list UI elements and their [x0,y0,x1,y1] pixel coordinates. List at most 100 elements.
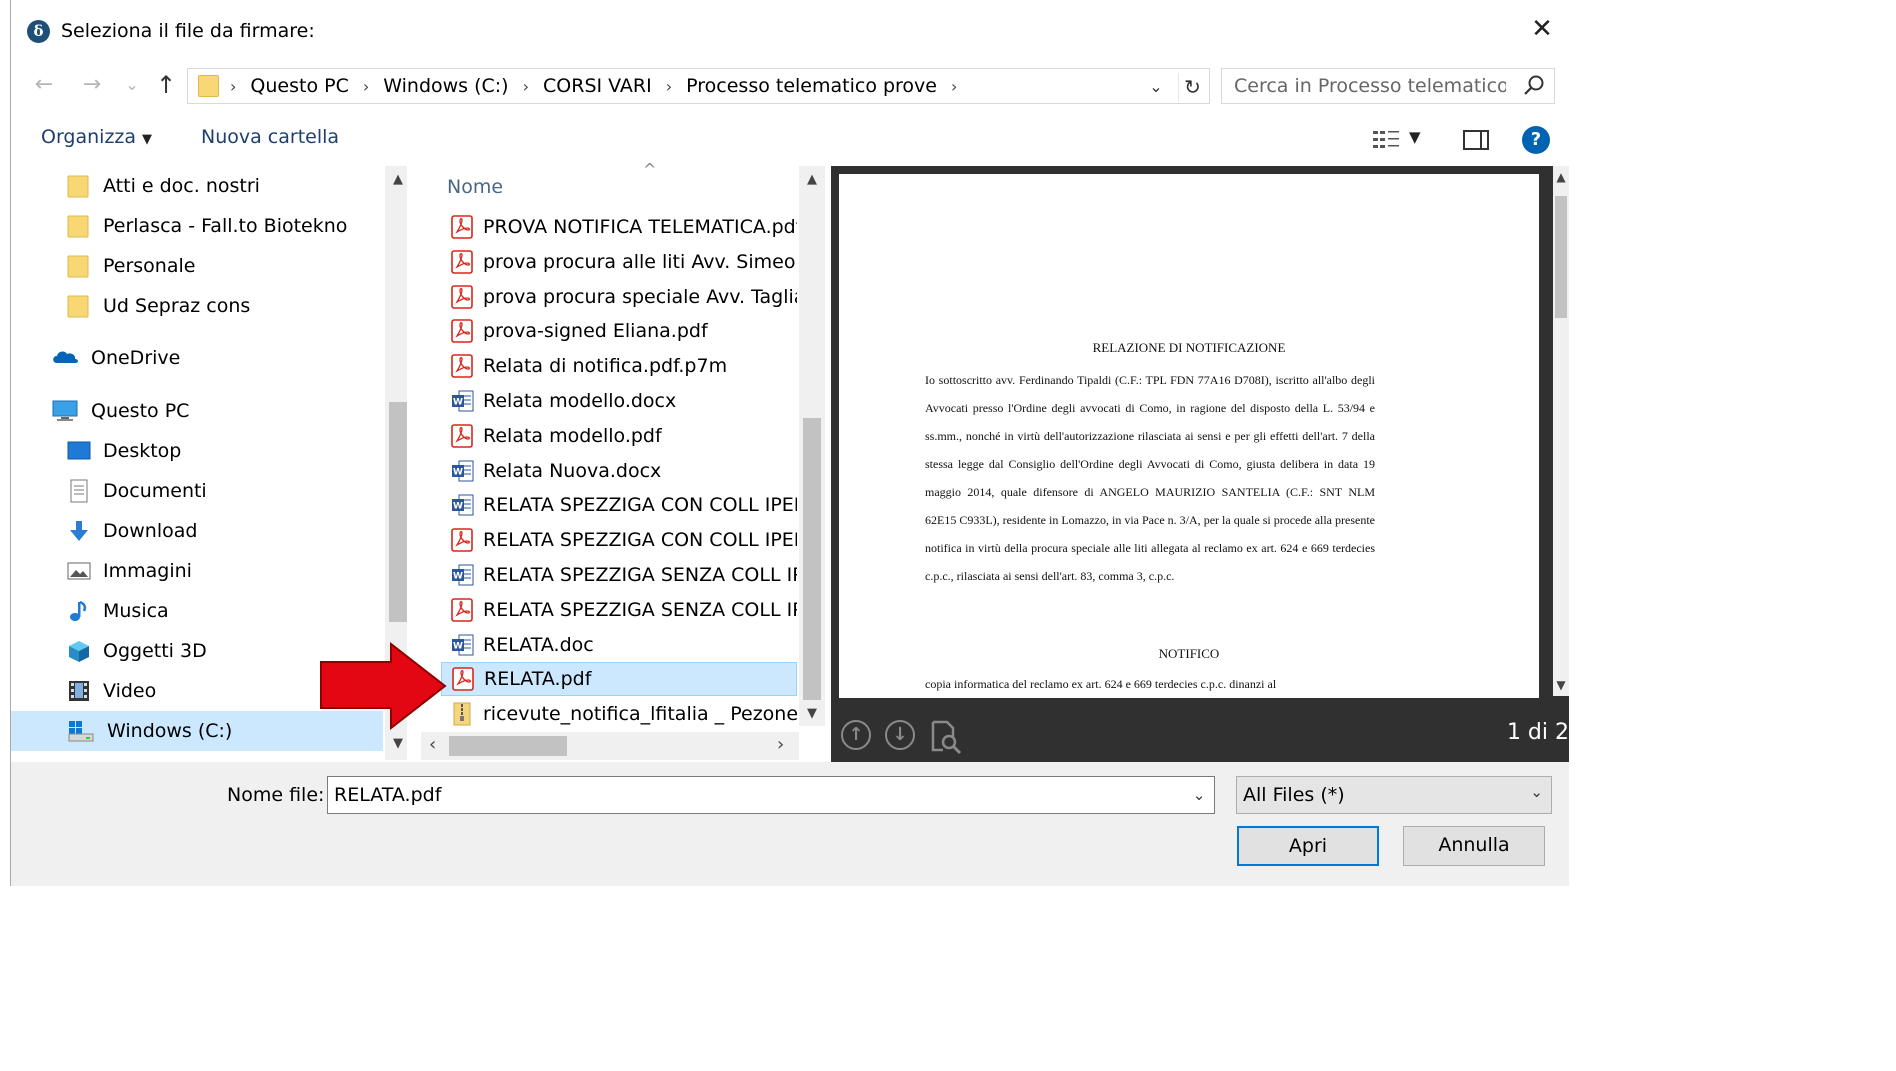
filename-label: Nome file: [227,784,325,806]
file-list-item[interactable]: Relata modello.pdf [441,419,797,453]
chevron-down-icon[interactable]: ⌄ [1144,73,1168,101]
file-list-item[interactable]: W RELATA.doc [441,628,797,662]
breadcrumb-item[interactable]: Questo PC [250,75,348,97]
address-bar[interactable]: › Questo PC › Windows (C:) › CORSI VARI › Proce… [187,68,1210,104]
sidebar-item-label: Musica [103,600,169,622]
sidebar-item[interactable]: Musica [11,591,383,631]
sidebar-item[interactable]: Ud Sepraz cons [11,286,383,326]
preview-scrollbar[interactable]: ▲ ▼ [1553,166,1569,696]
breadcrumb-item[interactable]: CORSI VARI [543,75,652,97]
sidebar-item-label: Immagini [103,560,192,582]
word-file-icon: W [451,459,474,483]
scrollbar-thumb[interactable] [389,402,407,622]
sidebar-item[interactable]: OneDrive [11,338,383,378]
breadcrumb-separator-icon[interactable]: › [951,77,957,96]
pdf-file-icon [451,319,473,344]
file-list-item[interactable]: W RELATA SPEZZIGA CON COLL IPER.d [441,488,797,522]
word-file-icon: W [451,493,474,517]
recent-locations-chevron-icon[interactable]: ⌄ [117,70,147,100]
file-list-item[interactable]: RELATA SPEZZIGA CON COLL IPER.p [441,523,797,557]
new-folder-button[interactable]: Nuova cartella [201,126,339,148]
file-type-select[interactable]: All Files (*) ⌄ [1236,776,1552,814]
forward-arrow-icon[interactable]: → [77,70,107,100]
organize-label: Organizza [41,126,137,148]
sidebar-item[interactable]: Atti e doc. nostri [11,166,383,206]
file-list-item[interactable]: RELATA.pdf [441,662,797,697]
file-list-item[interactable]: prova-signed Eliana.pdf [441,314,797,348]
sidebar-item-label: Download [103,520,198,542]
folder-icon [67,294,91,318]
file-list-scrollbar[interactable]: ▲ ▼ [799,166,825,726]
sidebar-item[interactable]: Documenti [11,471,383,511]
file-name: prova-signed Eliana.pdf [483,320,708,343]
close-icon[interactable]: ✕ [1527,14,1557,44]
next-page-icon[interactable]: ↓ [885,720,915,750]
sidebar-item[interactable]: Questo PC [11,391,383,431]
scroll-right-icon[interactable]: › [777,734,784,755]
previous-page-icon[interactable]: ↑ [841,720,871,750]
column-header-name[interactable]: Nome [447,176,503,198]
scroll-up-icon[interactable]: ▲ [1553,170,1569,184]
scroll-down-icon[interactable]: ▼ [385,736,407,751]
file-list-item[interactable]: W RELATA SPEZZIGA SENZA COLL IPER [441,558,797,592]
svg-text:W: W [453,572,463,582]
scrollbar-thumb[interactable] [449,736,567,756]
view-options-icon[interactable] [1371,128,1401,152]
filename-input[interactable] [332,777,1182,813]
scrollbar-thumb[interactable] [1555,196,1567,318]
chevron-down-icon: ⌄ [1530,783,1543,801]
cancel-button[interactable]: Annulla [1403,826,1545,866]
refresh-icon[interactable]: ↻ [1178,73,1206,101]
preview-pane-icon[interactable] [1463,130,1489,150]
scroll-left-icon[interactable]: ‹ [429,734,436,755]
search-icon[interactable] [1522,73,1546,99]
file-name: prova procura speciale Avv. Tagliabu [483,285,797,308]
file-list-item[interactable]: W Relata Nuova.docx [441,454,797,488]
file-list-item[interactable]: W Relata modello.docx [441,384,797,418]
scroll-down-icon[interactable]: ▼ [799,706,825,721]
sidebar-item-label: Documenti [103,480,207,502]
file-list-horizontal-scrollbar[interactable]: ‹ › [421,732,799,760]
scroll-down-icon[interactable]: ▼ [1553,678,1569,692]
scrollbar-thumb[interactable] [803,418,821,700]
breadcrumb-item[interactable]: Windows (C:) [383,75,508,97]
scroll-up-icon[interactable]: ▲ [385,172,407,187]
file-name: ricevute_notifica_lfitalia _ Pezone 11 [483,703,797,726]
file-list-item[interactable]: Relata di notifica.pdf.p7m [441,349,797,383]
svg-text:W: W [453,641,463,651]
breadcrumb-separator-icon[interactable]: › [523,77,529,96]
organize-button[interactable]: Organizza ▼ [41,126,152,148]
view-options-caret-icon[interactable]: ▼ [1409,128,1421,146]
sidebar-item[interactable]: Personale [11,246,383,286]
file-list-item[interactable]: prova procura alle liti Avv. Simeone- [441,245,797,279]
file-list-item[interactable]: ricevute_notifica_lfitalia _ Pezone 11 [441,697,797,731]
sidebar-item[interactable]: Download [11,511,383,551]
navigation-bar: ← → ⌄ ↑ › Questo PC › Windows (C:) › CORSI VA… [11,62,1569,112]
word-file-icon: W [451,563,474,587]
chevron-down-icon[interactable]: ⌄ [1188,783,1210,807]
open-button[interactable]: Apri [1237,826,1379,866]
dialog-title: Seleziona il file da firmare: [61,20,315,42]
search-box [1221,68,1555,104]
file-list-item[interactable]: RELATA SPEZZIGA SENZA COLL IPER [441,593,797,627]
up-arrow-icon[interactable]: ↑ [151,70,181,100]
breadcrumb-separator-icon[interactable]: › [230,77,236,96]
find-in-document-icon[interactable] [927,718,963,754]
back-arrow-icon[interactable]: ← [29,70,59,100]
music-icon [67,599,91,623]
onedrive-icon [51,346,79,370]
file-list-item[interactable]: prova procura speciale Avv. Tagliabu [441,280,797,314]
scroll-up-icon[interactable]: ▲ [799,172,825,187]
help-icon[interactable]: ? [1522,126,1550,154]
breadcrumb-separator-icon[interactable]: › [666,77,672,96]
file-list-item[interactable]: PROVA NOTIFICA TELEMATICA.pdf [441,210,797,244]
search-input[interactable] [1230,69,1510,103]
sidebar-item[interactable]: Immagini [11,551,383,591]
sidebar-item[interactable]: Desktop [11,431,383,471]
sidebar-item[interactable]: Perlasca - Fall.to Biotekno [11,206,383,246]
breadcrumb-separator-icon[interactable]: › [363,77,369,96]
sidebar-item-label: Perlasca - Fall.to Biotekno [103,215,348,237]
breadcrumb-item[interactable]: Processo telematico prove [686,75,937,97]
file-name: Relata modello.pdf [483,424,662,447]
breadcrumb: › Questo PC › Windows (C:) › CORSI VARI › Proce… [230,69,971,103]
